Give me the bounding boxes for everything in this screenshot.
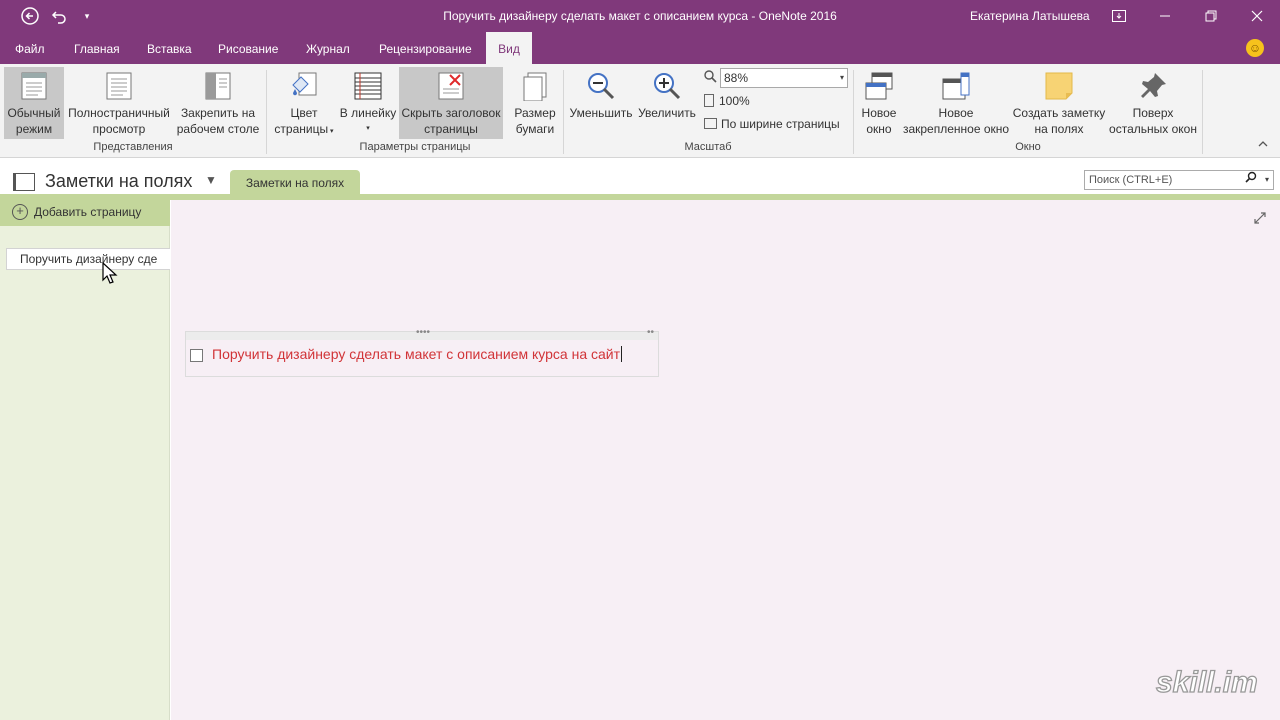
todo-checkbox[interactable] (190, 349, 203, 362)
paper-size-button[interactable]: Размер бумаги (508, 67, 562, 139)
page-color-icon (289, 71, 319, 101)
section-tab[interactable]: Заметки на полях (230, 170, 360, 197)
create-quick-note-button[interactable]: Создать заметку на полях (1012, 67, 1106, 139)
group-label-window: Окно (1015, 141, 1041, 153)
minimize-icon[interactable] (1142, 0, 1188, 32)
rule-lines-button[interactable]: В линейку ▾ (338, 67, 398, 139)
search-icon[interactable] (1245, 171, 1257, 189)
normal-view-button[interactable]: Обычный режим (4, 67, 64, 139)
rule-lines-icon (353, 71, 383, 101)
new-docked-window-icon (941, 71, 971, 101)
group-separator (1202, 70, 1203, 154)
hide-page-title-button[interactable]: Скрыть заголовок страницы (399, 67, 503, 139)
zoom-out-button[interactable]: Уменьшить (568, 67, 634, 139)
full-page-view-button[interactable]: Полностраничный просмотр (66, 67, 172, 139)
always-on-top-button[interactable]: Поверх остальных окон (1108, 67, 1198, 139)
title-bar: ▾ Поручить дизайнеру сделать макет с опи… (0, 0, 1280, 32)
paper-size-icon (520, 71, 550, 102)
search-input[interactable]: Поиск (CTRL+E) ▾ (1084, 170, 1274, 190)
tab-insert[interactable]: Вставка (137, 32, 202, 64)
page-100-icon (704, 94, 714, 107)
watermark-logo: skill.im (1155, 665, 1258, 699)
hide-page-title-icon (436, 71, 466, 101)
dock-to-desktop-button[interactable]: Закрепить на рабочем столе (174, 67, 262, 139)
tab-review[interactable]: Рецензирование (369, 32, 482, 64)
tab-draw[interactable]: Рисование (208, 32, 288, 64)
page-width-icon (704, 118, 717, 129)
group-label-page-setup: Параметры страницы (359, 141, 471, 153)
ribbon: Обычный режим Полностраничный просмотр З… (0, 64, 1280, 158)
tab-file[interactable]: Файл (5, 32, 55, 64)
new-window-button[interactable]: Новое окно (858, 67, 900, 139)
mouse-pointer-icon (102, 261, 118, 284)
zoom-in-button[interactable]: Увеличить (636, 67, 698, 139)
group-separator (563, 70, 564, 154)
ribbon-tabs: Файл Главная Вставка Рисование Журнал Ре… (0, 32, 1280, 64)
quick-note-icon (1044, 71, 1074, 101)
pin-icon (1138, 71, 1168, 101)
group-separator (853, 70, 854, 154)
text-cursor (621, 346, 623, 362)
chevron-down-icon[interactable]: ▼ (205, 173, 217, 187)
notebook-icon (13, 173, 35, 191)
restore-icon[interactable] (1188, 0, 1234, 32)
note-container[interactable]: •••• •• Поручить дизайнеру сделать макет… (185, 327, 659, 377)
page-width-button[interactable]: По ширине страницы (704, 117, 840, 131)
zoom-level-select[interactable]: 88% ▾ (720, 68, 848, 88)
user-name[interactable]: Екатерина Латышева (970, 9, 1090, 23)
zoom-100-button[interactable]: 100% (704, 94, 750, 108)
add-page-button[interactable]: + Добавить страницу (0, 200, 170, 226)
group-separator (266, 70, 267, 154)
page-list: + Добавить страницу Поручить дизайнеру с… (0, 200, 170, 720)
drag-handle-icon[interactable]: •••• (416, 327, 430, 338)
zoom-out-icon (586, 71, 616, 101)
tab-view[interactable]: Вид (486, 32, 532, 64)
add-icon: + (12, 204, 28, 220)
chevron-down-icon: ▾ (839, 73, 844, 82)
collapse-ribbon-icon[interactable] (1258, 140, 1268, 151)
page-canvas[interactable] (171, 200, 1280, 720)
chevron-down-icon: ▾ (328, 128, 334, 135)
zoom-in-icon (652, 71, 682, 101)
notebook-name[interactable]: Заметки на полях (45, 171, 192, 192)
group-label-views: Представления (93, 141, 173, 153)
close-icon[interactable] (1234, 0, 1280, 32)
normal-view-icon (19, 71, 49, 101)
page-tab[interactable]: Поручить дизайнеру сде (6, 248, 170, 270)
page-color-button[interactable]: Цвет страницы ▾ (272, 67, 336, 139)
full-page-view-icon (104, 71, 134, 101)
tab-history[interactable]: Журнал (296, 32, 360, 64)
dock-to-desktop-icon (203, 71, 233, 101)
feedback-smiley-icon[interactable]: ☺ (1246, 39, 1264, 57)
ribbon-display-options-icon[interactable] (1096, 0, 1142, 32)
chevron-down-icon[interactable]: ▾ (1265, 171, 1269, 189)
chevron-down-icon: ▾ (366, 125, 370, 132)
tab-home[interactable]: Главная (64, 32, 130, 64)
group-label-zoom: Масштаб (684, 141, 732, 153)
new-docked-window-button[interactable]: Новое закрепленное окно (902, 67, 1010, 139)
zoom-magnifier-icon (704, 70, 717, 86)
new-window-icon (864, 71, 894, 101)
expand-icon[interactable] (1254, 212, 1266, 227)
resize-handle-icon[interactable]: •• (647, 327, 654, 338)
note-text[interactable]: Поручить дизайнеру сделать макет с описа… (212, 346, 623, 362)
